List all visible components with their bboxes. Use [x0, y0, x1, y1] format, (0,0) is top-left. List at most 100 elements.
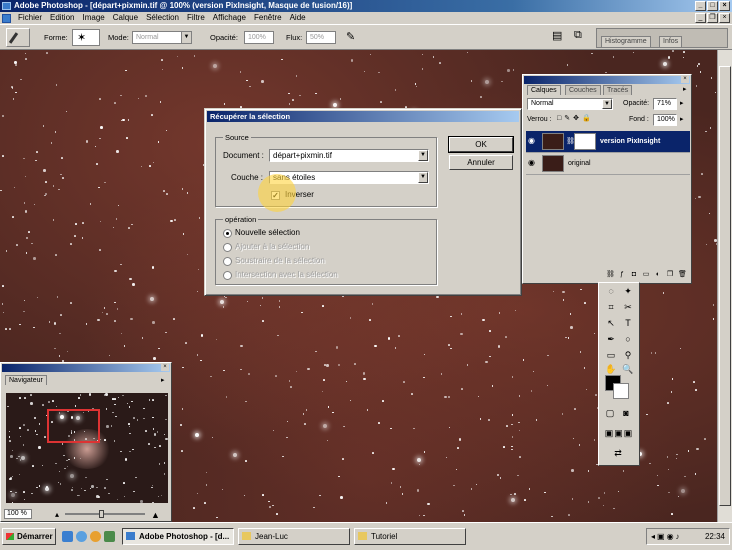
quickmask-mode-icon[interactable]: ◙ — [619, 407, 633, 419]
hand-icon[interactable]: ✋ — [604, 363, 618, 375]
brush-tool-preset-icon[interactable] — [6, 28, 30, 47]
adjustment-layer-icon[interactable]: ◐ — [654, 271, 662, 279]
opacity-arrow-icon[interactable]: ▸ — [680, 99, 684, 109]
close-icon[interactable]: × — [681, 76, 689, 83]
star — [511, 445, 513, 448]
task-photoshop[interactable]: Adobe Photoshop - [d... — [122, 528, 234, 545]
fill-arrow-icon[interactable]: ▸ — [680, 115, 684, 125]
fill-field[interactable]: 100% — [653, 114, 677, 126]
menu-fichier[interactable]: Fichier — [14, 12, 46, 24]
menu-image[interactable]: Image — [78, 12, 108, 24]
menu-filtre[interactable]: Filtre — [183, 12, 209, 24]
mask-thumbnail[interactable] — [574, 133, 596, 150]
slice-icon[interactable]: ✂ — [621, 301, 635, 313]
tab-infos[interactable]: Infos — [659, 36, 683, 48]
tab-traces[interactable]: Tracés — [603, 85, 633, 95]
shape-icon[interactable]: ○ — [621, 333, 635, 345]
radio-soustraire[interactable] — [223, 257, 232, 266]
radio-label: Nouvelle sélection — [235, 228, 300, 237]
path-select-icon[interactable]: ↖ — [604, 317, 618, 329]
zoom-field[interactable]: 100 % — [4, 509, 32, 519]
star — [427, 502, 430, 505]
document-select[interactable]: départ+pixmin.tif ▼ — [269, 149, 429, 162]
minimize-button[interactable]: _ — [695, 1, 706, 11]
star — [157, 495, 160, 498]
screen-mode-icons[interactable]: ▣▣▣ — [601, 427, 637, 439]
layer-opacity-field[interactable]: 71% — [653, 98, 677, 110]
layer-row-original[interactable]: ◉ original — [526, 153, 690, 175]
doc-restore-button[interactable]: ❐ — [707, 13, 718, 23]
tray-icons[interactable]: ◂▣◉♪ — [651, 532, 682, 542]
radio-ajouter[interactable] — [223, 243, 232, 252]
standard-mode-icon[interactable]: ▢ — [603, 407, 617, 419]
annuler-button[interactable]: Annuler — [449, 155, 513, 170]
tab-histogramme[interactable]: Histogramme — [601, 36, 651, 48]
task-tutoriel[interactable]: Tutoriel — [354, 528, 466, 545]
add-mask-icon[interactable]: ◘ — [630, 271, 638, 279]
firefox-icon[interactable] — [90, 531, 101, 542]
scroll-thumb[interactable] — [719, 66, 731, 506]
tab-navigateur[interactable]: Navigateur — [5, 375, 47, 385]
airbrush-icon[interactable]: ✎ — [346, 30, 355, 43]
notes-icon[interactable]: ▭ — [604, 349, 618, 361]
start-button[interactable]: Démarrer — [2, 528, 56, 545]
new-layer-icon[interactable]: ❐ — [666, 271, 674, 279]
doc-close-button[interactable]: × — [719, 13, 730, 23]
ok-button[interactable]: OK — [448, 136, 514, 153]
mode-select[interactable]: Normal ▼ — [132, 31, 192, 44]
view-rectangle[interactable] — [47, 409, 100, 443]
layer-style-icon[interactable]: ƒ — [618, 271, 626, 279]
opacite-field[interactable]: 100% — [244, 31, 274, 44]
task-jean-luc[interactable]: Jean-Luc — [238, 528, 350, 545]
menu-fenetre[interactable]: Fenêtre — [250, 12, 286, 24]
new-set-icon[interactable]: ▭ — [642, 271, 650, 279]
imageready-icon[interactable]: ⇄ — [603, 447, 633, 459]
internet-explorer-icon[interactable] — [76, 531, 87, 542]
menu-edition[interactable]: Edition — [46, 12, 78, 24]
vertical-scrollbar[interactable] — [717, 50, 732, 522]
desktop-icon[interactable] — [62, 531, 73, 542]
zoom-out-icon[interactable]: ▴ — [55, 510, 59, 520]
star — [78, 397, 80, 399]
eye-icon[interactable]: ◉ — [528, 137, 538, 145]
menu-calque[interactable]: Calque — [109, 12, 142, 24]
layer-row-version-pixinsight[interactable]: ◉ ⛓ version PixInsight — [526, 131, 690, 153]
palette-title-bar[interactable]: × — [2, 364, 170, 372]
zoom-icon[interactable]: 🔍 — [621, 363, 635, 375]
blend-mode-select[interactable]: Normal ▼ — [527, 98, 613, 110]
link-layers-icon[interactable]: ⛓ — [606, 271, 615, 279]
flux-field[interactable]: 50% — [306, 31, 336, 44]
zoom-in-icon[interactable]: ▲ — [151, 510, 160, 520]
quicklaunch-icon[interactable] — [104, 531, 115, 542]
lasso-icon[interactable]: ◌ — [604, 285, 618, 297]
zoom-slider[interactable] — [65, 513, 145, 515]
menu-aide[interactable]: Aide — [286, 12, 310, 24]
maximize-button[interactable]: □ — [707, 1, 718, 11]
close-icon[interactable]: × — [161, 364, 169, 371]
eyedropper-icon[interactable]: ⚲ — [621, 349, 635, 361]
lock-icons[interactable]: □✎✥🔒 — [557, 114, 594, 124]
doc-minimize-button[interactable]: _ — [695, 13, 706, 23]
document-icon[interactable] — [2, 13, 11, 23]
background-color-swatch[interactable] — [613, 383, 629, 399]
radio-intersection[interactable] — [223, 271, 232, 280]
crop-icon[interactable]: ⌗ — [604, 301, 618, 313]
zoom-slider-thumb[interactable] — [99, 510, 104, 518]
tab-couches[interactable]: Couches — [565, 85, 601, 95]
file-browser-icon[interactable]: ▤ — [552, 29, 562, 42]
tab-calques[interactable]: Calques — [527, 85, 561, 95]
radio-nouvelle-selection[interactable] — [223, 229, 232, 238]
palette-menu-icon[interactable]: ▸ — [161, 376, 165, 386]
brush-picker[interactable] — [72, 29, 100, 46]
menu-selection[interactable]: Sélection — [142, 12, 183, 24]
menu-affichage[interactable]: Affichage — [209, 12, 250, 24]
palette-toggle-icon[interactable]: ⧉ — [574, 29, 582, 42]
palette-menu-icon[interactable]: ▸ — [683, 85, 687, 95]
type-icon[interactable]: T — [621, 317, 635, 329]
trash-icon[interactable]: 🗑 — [678, 271, 687, 279]
pen-icon[interactable]: ✒ — [604, 333, 618, 345]
close-button[interactable]: × — [719, 1, 730, 11]
magic-wand-icon[interactable]: ✦ — [621, 285, 635, 297]
eye-icon[interactable]: ◉ — [528, 159, 538, 167]
palette-title-bar[interactable]: × — [524, 76, 690, 84]
